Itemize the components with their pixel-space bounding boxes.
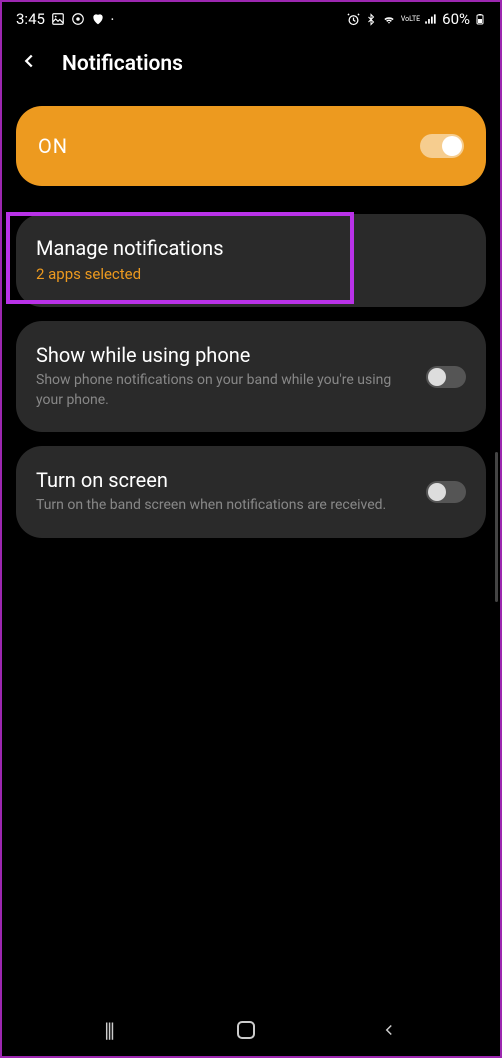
alarm-icon bbox=[346, 12, 361, 27]
setting-subtitle: Show phone notifications on your band wh… bbox=[36, 371, 410, 410]
navigation-bar: ||| bbox=[2, 1004, 500, 1056]
battery-percent: 60% bbox=[442, 10, 470, 28]
setting-title: Show while using phone bbox=[36, 343, 410, 367]
status-time: 3:45 bbox=[16, 10, 45, 28]
setting-subtitle: Turn on the band screen when notificatio… bbox=[36, 496, 410, 516]
turn-on-screen-toggle[interactable] bbox=[426, 481, 466, 503]
setting-title: Manage notifications bbox=[36, 236, 466, 260]
content-area: ON Manage notifications 2 apps selected … bbox=[2, 98, 500, 538]
edge-panel-indicator[interactable] bbox=[495, 452, 498, 602]
setting-text: Show while using phone Show phone notifi… bbox=[36, 343, 410, 410]
nav-recent-button[interactable]: ||| bbox=[104, 1018, 113, 1042]
toggle-thumb bbox=[428, 368, 446, 386]
toggle-thumb bbox=[428, 483, 446, 501]
status-bar: 3:45 • VoLTE 60% bbox=[2, 2, 500, 32]
master-toggle-card[interactable]: ON bbox=[16, 106, 486, 186]
master-toggle-switch[interactable] bbox=[420, 134, 464, 158]
nav-home-button[interactable] bbox=[237, 1021, 255, 1039]
bluetooth-icon bbox=[365, 12, 377, 27]
setting-subtitle: 2 apps selected bbox=[36, 264, 466, 285]
setting-text: Turn on screen Turn on the band screen w… bbox=[36, 468, 410, 516]
signal-icon bbox=[424, 12, 438, 26]
back-button[interactable] bbox=[18, 50, 40, 78]
show-while-using-toggle[interactable] bbox=[426, 366, 466, 388]
setting-title: Turn on screen bbox=[36, 468, 410, 492]
turn-on-screen-card[interactable]: Turn on screen Turn on the band screen w… bbox=[16, 446, 486, 538]
heart-icon bbox=[91, 12, 105, 26]
image-icon bbox=[51, 12, 65, 26]
master-toggle-label: ON bbox=[38, 134, 68, 158]
page-title: Notifications bbox=[62, 52, 183, 76]
volte-icon: VoLTE bbox=[401, 16, 420, 23]
app-header: Notifications bbox=[2, 32, 500, 98]
wifi-icon bbox=[381, 12, 397, 26]
status-right: VoLTE 60% bbox=[346, 10, 486, 28]
status-left: 3:45 • bbox=[16, 10, 114, 28]
circle-icon bbox=[71, 12, 85, 26]
status-dot: • bbox=[111, 15, 114, 24]
toggle-thumb bbox=[442, 136, 462, 156]
show-while-using-phone-card[interactable]: Show while using phone Show phone notifi… bbox=[16, 321, 486, 432]
battery-icon bbox=[474, 11, 486, 27]
nav-back-button[interactable] bbox=[380, 1021, 398, 1039]
manage-notifications-card[interactable]: Manage notifications 2 apps selected bbox=[16, 214, 486, 307]
